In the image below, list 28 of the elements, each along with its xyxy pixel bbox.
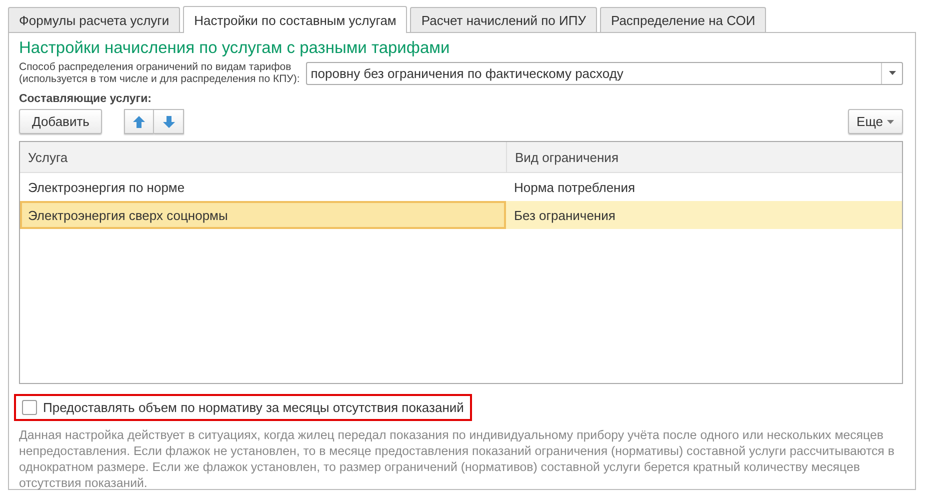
table-row[interactable]: Электроэнергия по норме Норма потребления bbox=[20, 173, 902, 201]
section-title: Настройки начисления по услугам с разными тарифами bbox=[19, 39, 451, 58]
field-label: Способ распределения ограничений по видам тарифов bbox=[19, 61, 292, 73]
table-cell-text: Без ограничения bbox=[513, 206, 616, 225]
checkbox-label[interactable]: Предоставлять объем по нормативу за месяцы отсутствия показаний bbox=[43, 400, 464, 415]
checkbox[interactable] bbox=[22, 400, 37, 415]
tab[interactable]: Распределение на СОИ bbox=[600, 7, 766, 32]
arrow-up-icon bbox=[133, 116, 146, 128]
more-button[interactable]: Еще bbox=[848, 109, 903, 134]
arrow-down-icon bbox=[162, 116, 175, 128]
section-label: Составляющие услуги: bbox=[19, 93, 152, 105]
table-row[interactable]: Электроэнергия сверх соцнормы Без ограничения bbox=[20, 201, 902, 229]
table-cell-text: Электроэнергия по норме bbox=[27, 178, 186, 197]
column-header: Услуга bbox=[27, 148, 69, 167]
tab[interactable]: Настройки по составным услугам bbox=[183, 6, 408, 33]
caret-icon bbox=[887, 120, 894, 124]
caret-icon bbox=[888, 71, 896, 75]
table-cell-text: Норма потребления bbox=[513, 178, 636, 197]
add-button[interactable]: Добавить bbox=[19, 109, 102, 134]
move-up-button[interactable] bbox=[124, 109, 154, 134]
column-header: Вид ограничения bbox=[506, 142, 902, 172]
tab[interactable]: Формулы расчета услуги bbox=[8, 7, 180, 32]
move-down-button[interactable] bbox=[154, 109, 184, 134]
tab[interactable]: Расчет начислений по ИПУ bbox=[410, 7, 597, 32]
table-cell: Электроэнергия сверх соцнормы bbox=[20, 201, 506, 229]
field-label: (используется в том числе и для распределения по КПУ): bbox=[19, 73, 300, 85]
help-text: Данная настройка действует в ситуациях, когда жилец передал показания по индивидуальному прибору учёта после одного или нескольких месяцев непредоставления. Если флажок не установлен, то в месяце предоставления показаний ограничения (нормативы) составной услуги рассчитываются в однократном размере. Если же флажок установлен, то размер ограничений (нормативов) составной услуги берется кратный количеству месяцев отсутствия показаний. bbox=[19, 427, 896, 491]
distribution-dropdown[interactable]: поровну без ограничения по фактическому расходу bbox=[306, 62, 903, 84]
